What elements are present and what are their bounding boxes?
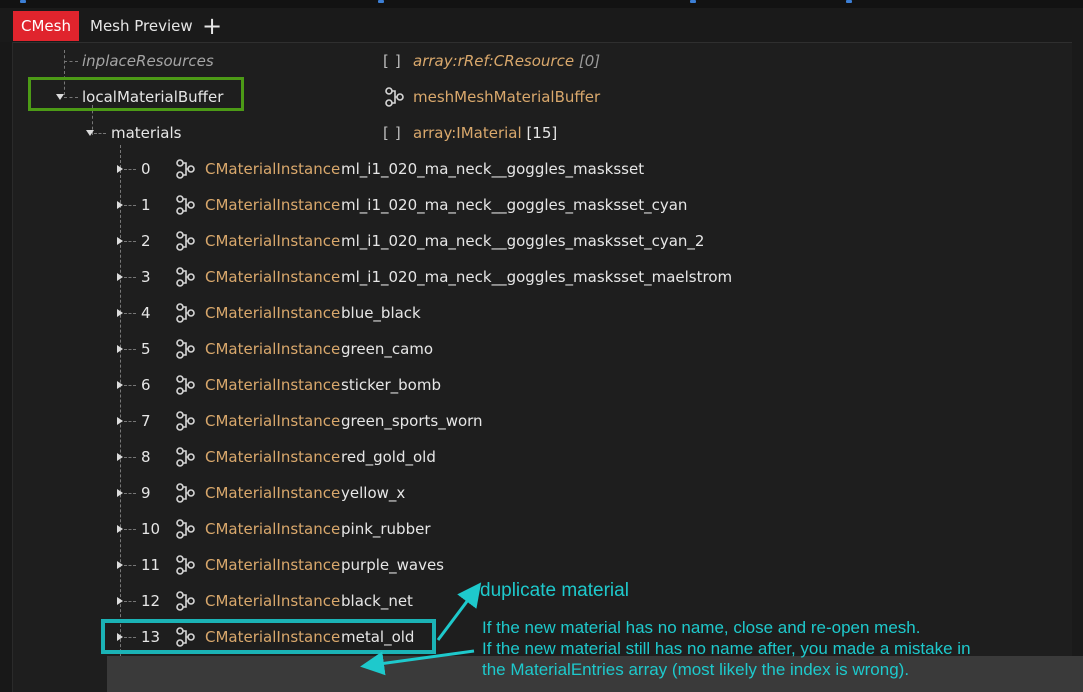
annotation-line: If the new material has no name, close a… — [482, 618, 921, 637]
annotation-line: If the new material still has no name af… — [482, 639, 971, 658]
arrow-to-unnamed — [360, 649, 475, 676]
arrow-to-duplicate — [436, 582, 482, 641]
annotation-title: duplicate material — [480, 580, 629, 601]
annotation-text: If the new material has no name, close a… — [482, 617, 971, 680]
annotation-line: the MaterialEntries array (most likely t… — [482, 660, 910, 679]
